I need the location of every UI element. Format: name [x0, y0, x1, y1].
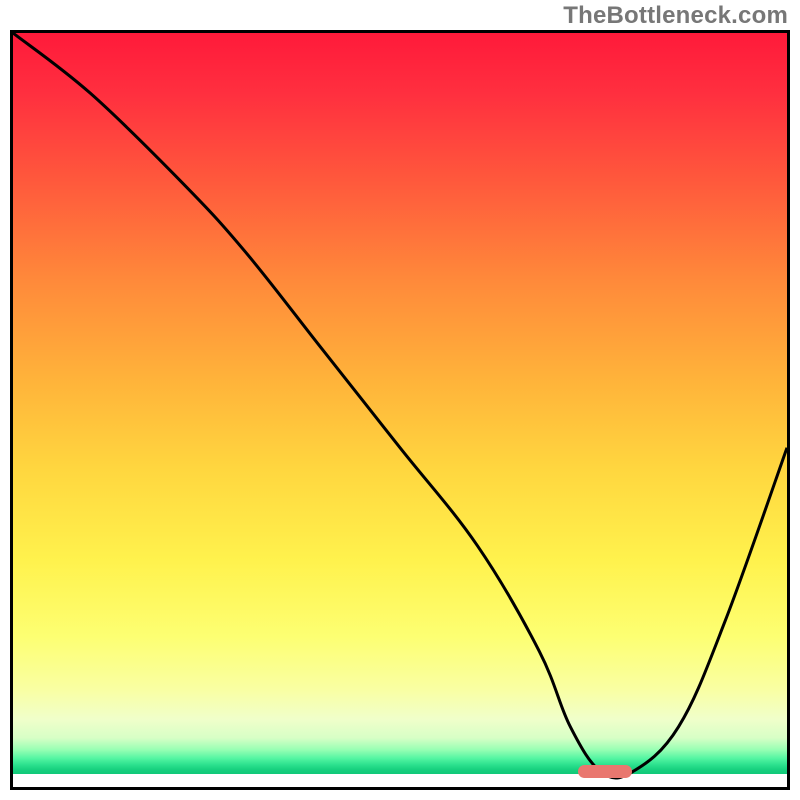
- bottleneck-curve: [13, 33, 787, 778]
- plot-area: [10, 30, 790, 790]
- optimal-range-marker: [578, 765, 632, 778]
- chart-frame: TheBottleneck.com: [0, 0, 800, 800]
- curve-svg: [13, 33, 787, 787]
- watermark-text: TheBottleneck.com: [563, 2, 788, 30]
